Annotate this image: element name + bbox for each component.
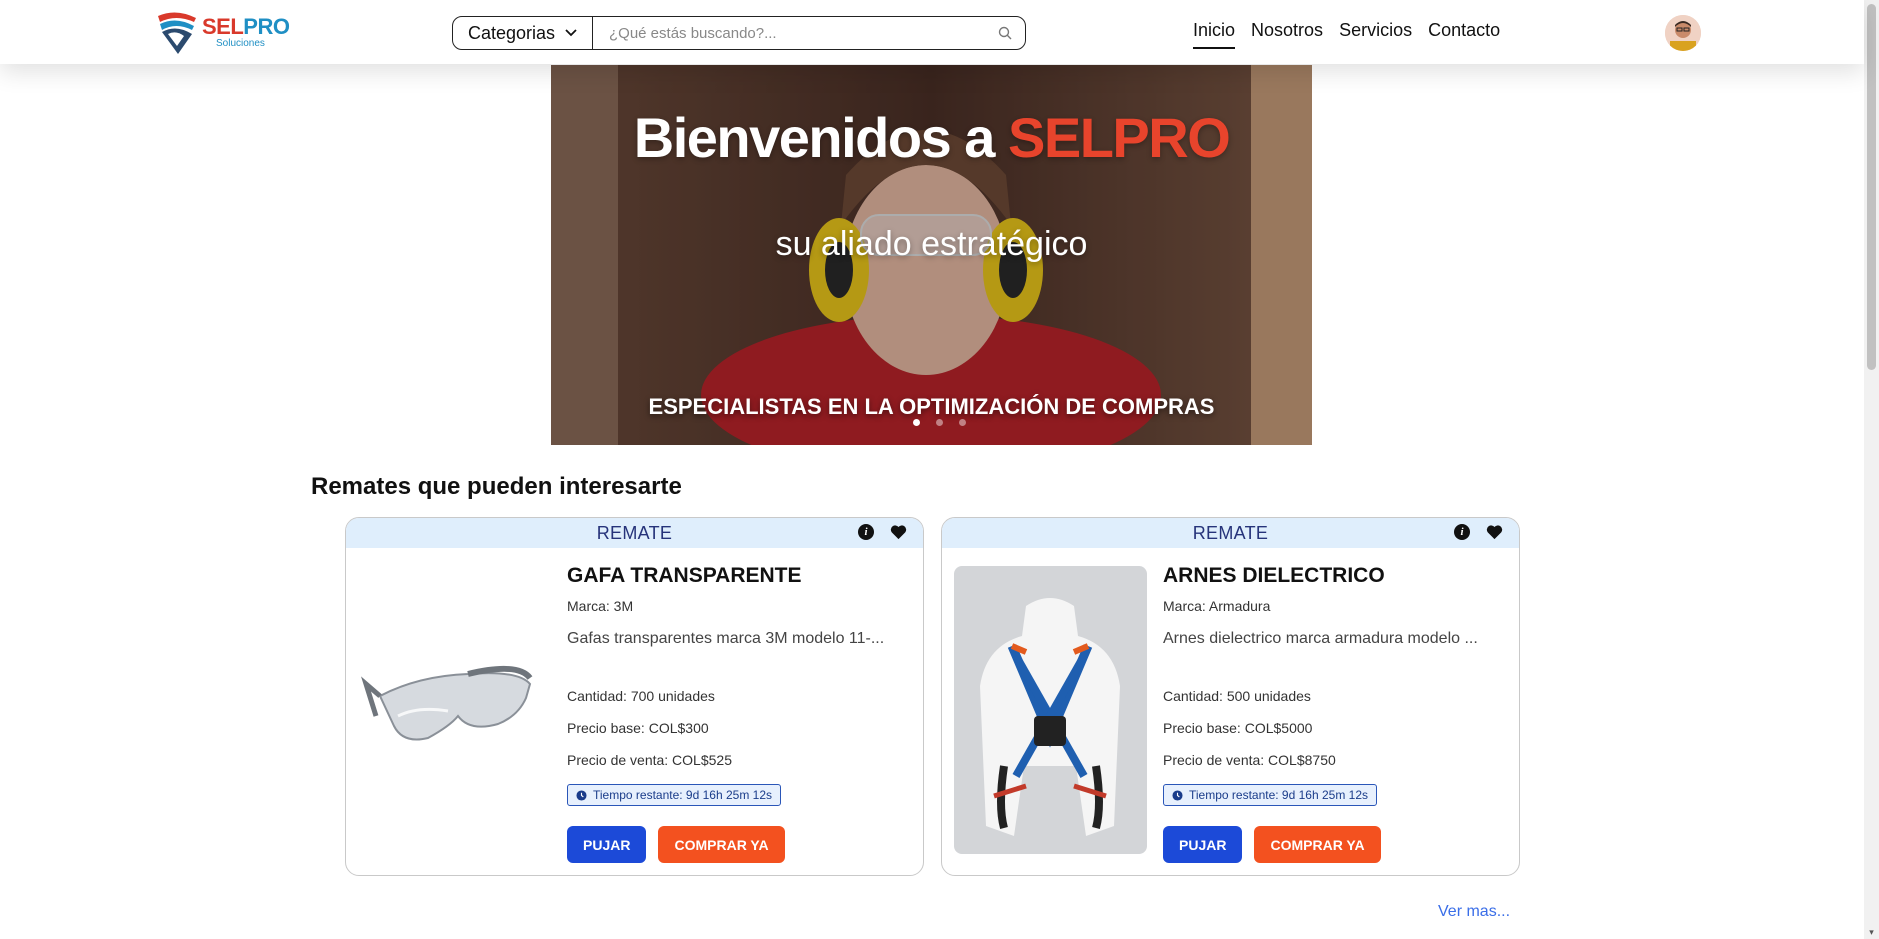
nav-link-nosotros[interactable]: Nosotros — [1251, 20, 1323, 49]
product-description: Gafas transparentes marca 3M modelo 11-.… — [567, 630, 885, 647]
product-details: GAFA TRANSPARENTE Marca: 3M Gafas transp… — [567, 564, 907, 863]
product-base-price: Precio base: COL$5000 — [1163, 720, 1313, 736]
nav-link-contacto[interactable]: Contacto — [1428, 20, 1500, 49]
card-header: REMATE i — [942, 518, 1519, 548]
product-details: ARNES DIELECTRICO Marca: Armadura Arnes … — [1163, 564, 1503, 863]
section-title: Remates que pueden interesarte — [311, 473, 682, 500]
product-quantity: Cantidad: 700 unidades — [567, 688, 715, 704]
avatar-image — [1665, 15, 1701, 51]
search-icon — [998, 26, 1012, 40]
user-avatar[interactable] — [1665, 15, 1701, 51]
time-left-badge: Tiempo restante: 9d 16h 25m 12s — [567, 784, 781, 806]
buy-now-button[interactable]: COMPRAR YA — [1254, 826, 1381, 863]
card-actions: PUJAR COMPRAR YA — [1163, 826, 1503, 863]
product-brand: Marca: 3M — [567, 598, 634, 614]
buy-now-button[interactable]: COMPRAR YA — [658, 826, 785, 863]
hero-carousel[interactable]: Bienvenidos a SELPRO su aliado estratégi… — [551, 65, 1312, 445]
carousel-dot-3[interactable] — [959, 419, 966, 426]
main-nav: Inicio Nosotros Servicios Contacto — [1193, 20, 1500, 49]
search-bar: Categorias — [452, 16, 1026, 50]
auction-card: REMATE i ARNES DIELECTRICO Marca: Armadu… — [941, 517, 1520, 876]
time-left-badge: Tiempo restante: 9d 16h 25m 12s — [1163, 784, 1377, 806]
hero-title: Bienvenidos a SELPRO — [633, 106, 1231, 169]
auction-tag: REMATE — [1192, 522, 1269, 543]
top-header: SELPRO Soluciones Categorias Inicio Noso… — [0, 0, 1864, 64]
product-image[interactable] — [358, 566, 551, 854]
time-left-text: Tiempo restante: 9d 16h 25m 12s — [1189, 788, 1368, 802]
search-input[interactable] — [593, 17, 985, 49]
hero-subtitle: su aliado estratégico — [775, 225, 1088, 263]
dielectric-harness-image — [954, 566, 1147, 854]
clock-icon — [576, 789, 587, 801]
product-sale-price: Precio de venta: COL$525 — [567, 752, 732, 768]
product-description: Arnes dielectrico marca armadura modelo … — [1163, 630, 1478, 647]
page-scrollbar[interactable]: ▾ — [1864, 0, 1879, 939]
card-header: REMATE i — [346, 518, 923, 548]
product-name[interactable]: GAFA TRANSPARENTE — [567, 564, 907, 588]
heart-icon[interactable] — [1486, 524, 1503, 540]
product-name[interactable]: ARNES DIELECTRICO — [1163, 564, 1503, 588]
nav-link-inicio[interactable]: Inicio — [1193, 20, 1236, 49]
logo-mark-icon — [158, 12, 196, 54]
search-button[interactable] — [985, 26, 1025, 40]
hero-caption: ESPECIALISTAS EN LA OPTIMIZACIÓN DE COMP… — [648, 394, 1215, 419]
product-brand: Marca: Armadura — [1163, 598, 1271, 614]
carousel-dot-2[interactable] — [936, 419, 943, 426]
product-base-price: Precio base: COL$300 — [567, 720, 709, 736]
chevron-down-icon — [565, 29, 577, 37]
scrollbar-thumb[interactable] — [1867, 4, 1876, 370]
time-left-text: Tiempo restante: 9d 16h 25m 12s — [593, 788, 772, 802]
scroll-down-arrow-icon[interactable]: ▾ — [1867, 928, 1876, 937]
carousel-dot-1[interactable] — [913, 419, 920, 426]
carousel-indicators — [0, 419, 1879, 426]
bid-button[interactable]: PUJAR — [567, 826, 647, 863]
info-icon[interactable]: i — [858, 524, 874, 540]
bid-button[interactable]: PUJAR — [1163, 826, 1243, 863]
selpro-logo[interactable]: SELPRO Soluciones — [154, 8, 290, 58]
product-image[interactable] — [954, 566, 1147, 854]
safety-glasses-image — [358, 566, 551, 854]
categories-dropdown[interactable]: Categorias — [453, 17, 593, 49]
see-more-link[interactable]: Ver mas... — [1438, 903, 1510, 921]
heart-icon[interactable] — [890, 524, 907, 540]
product-sale-price: Precio de venta: COL$8750 — [1163, 752, 1336, 768]
auction-card: REMATE i GAFA TRANSPARENTE Marca: 3M Gaf… — [345, 517, 924, 876]
info-icon[interactable]: i — [1454, 524, 1470, 540]
card-actions: PUJAR COMPRAR YA — [567, 826, 907, 863]
nav-link-servicios[interactable]: Servicios — [1339, 20, 1412, 49]
logo-wordmark: SELPRO — [202, 14, 290, 39]
page: SELPRO Soluciones Categorias Inicio Noso… — [0, 0, 1879, 939]
clock-icon — [1172, 789, 1183, 801]
logo-tagline: Soluciones — [216, 38, 265, 49]
categories-label: Categorias — [468, 22, 556, 43]
auction-tag: REMATE — [596, 522, 673, 543]
product-quantity: Cantidad: 500 unidades — [1163, 688, 1311, 704]
